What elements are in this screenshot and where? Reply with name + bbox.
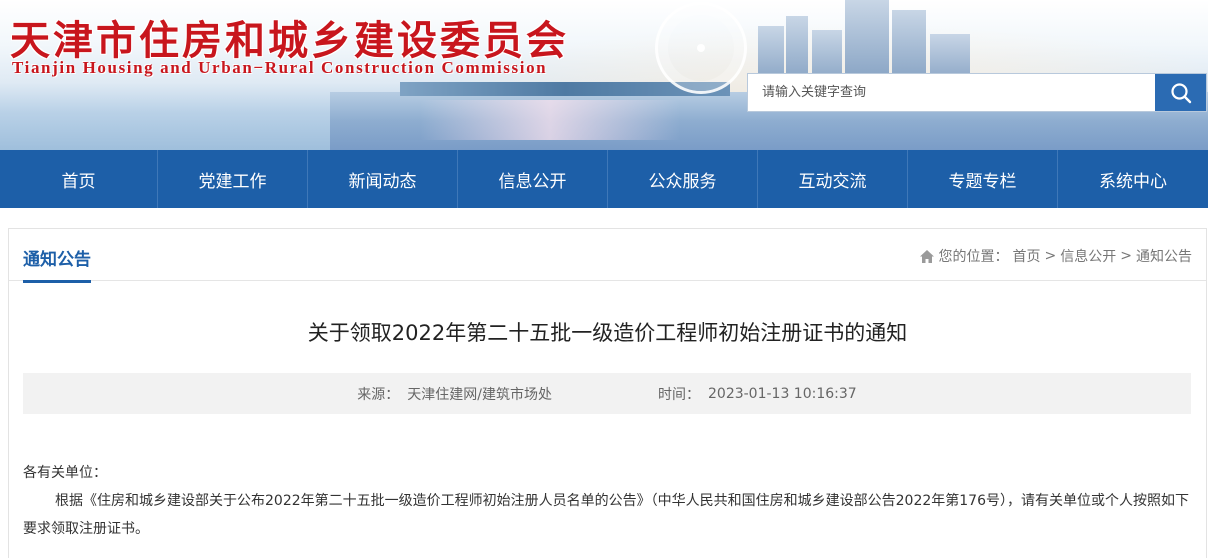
section-header: 通知公告 您的位置： 首页 > 信息公开 > 通知公告 bbox=[9, 229, 1206, 283]
search-box bbox=[747, 73, 1207, 112]
search-button[interactable] bbox=[1155, 74, 1206, 111]
breadcrumb-info-disclosure[interactable]: 信息公开 bbox=[1060, 246, 1116, 266]
paragraph: 根据《住房和城乡建设部关于公布2022年第二十五批一级造价工程师初始注册人员名单… bbox=[23, 493, 1189, 537]
breadcrumb-notices[interactable]: 通知公告 bbox=[1136, 246, 1192, 266]
nav-item-interaction[interactable]: 互动交流 bbox=[758, 150, 908, 208]
nav-item-party-building[interactable]: 党建工作 bbox=[158, 150, 308, 208]
time-label: 时间： bbox=[658, 386, 700, 403]
main-nav: 首页 党建工作 新闻动态 信息公开 公众服务 互动交流 专题专栏 系统中心 bbox=[0, 150, 1208, 208]
nav-item-public-service[interactable]: 公众服务 bbox=[608, 150, 758, 208]
source-label: 来源： bbox=[357, 386, 400, 403]
site-subtitle: Tianjin Housing and Urban−Rural Construc… bbox=[12, 58, 548, 77]
source-value: 天津住建网/建筑市场处 bbox=[407, 386, 552, 403]
nav-item-news[interactable]: 新闻动态 bbox=[308, 150, 458, 208]
search-input[interactable] bbox=[748, 74, 1155, 111]
breadcrumb-separator: > bbox=[1044, 248, 1057, 264]
nav-item-special-topics[interactable]: 专题专栏 bbox=[908, 150, 1058, 208]
article-title: 关于领取2022年第二十五批一级造价工程师初始注册证书的通知 bbox=[307, 321, 908, 345]
nav-item-info-disclosure[interactable]: 信息公开 bbox=[458, 150, 608, 208]
search-icon bbox=[1170, 82, 1191, 103]
content-panel: 通知公告 您的位置： 首页 > 信息公开 > 通知公告 关于领取2022年第二十… bbox=[8, 228, 1207, 558]
breadcrumb-separator: > bbox=[1120, 248, 1132, 264]
river-reflection bbox=[420, 100, 680, 140]
breadcrumb: 您的位置： 首页 > 信息公开 > 通知公告 bbox=[919, 246, 1192, 266]
article-body: 各有关单位： 根据《住房和城乡建设部关于公布2022年第二十五批一级造价工程师初… bbox=[23, 459, 1191, 543]
salutation: 各有关单位： bbox=[23, 465, 107, 481]
home-icon bbox=[919, 249, 934, 263]
article-meta: 来源： 天津住建网/建筑市场处 时间： 2023-01-13 10:16:37 bbox=[23, 373, 1191, 414]
nav-item-home[interactable]: 首页 bbox=[0, 150, 158, 208]
nav-item-system-center[interactable]: 系统中心 bbox=[1058, 150, 1208, 208]
header-banner: 天津市住房和城乡建设委员会 Tianjin Housing and Urban−… bbox=[0, 0, 1208, 150]
ferris-wheel-hub bbox=[697, 44, 705, 52]
time-value: 2023-01-13 10:16:37 bbox=[708, 385, 857, 402]
breadcrumb-prefix: 您的位置： bbox=[938, 249, 1009, 265]
breadcrumb-home[interactable]: 首页 bbox=[1013, 246, 1041, 266]
section-title[interactable]: 通知公告 bbox=[23, 245, 91, 283]
